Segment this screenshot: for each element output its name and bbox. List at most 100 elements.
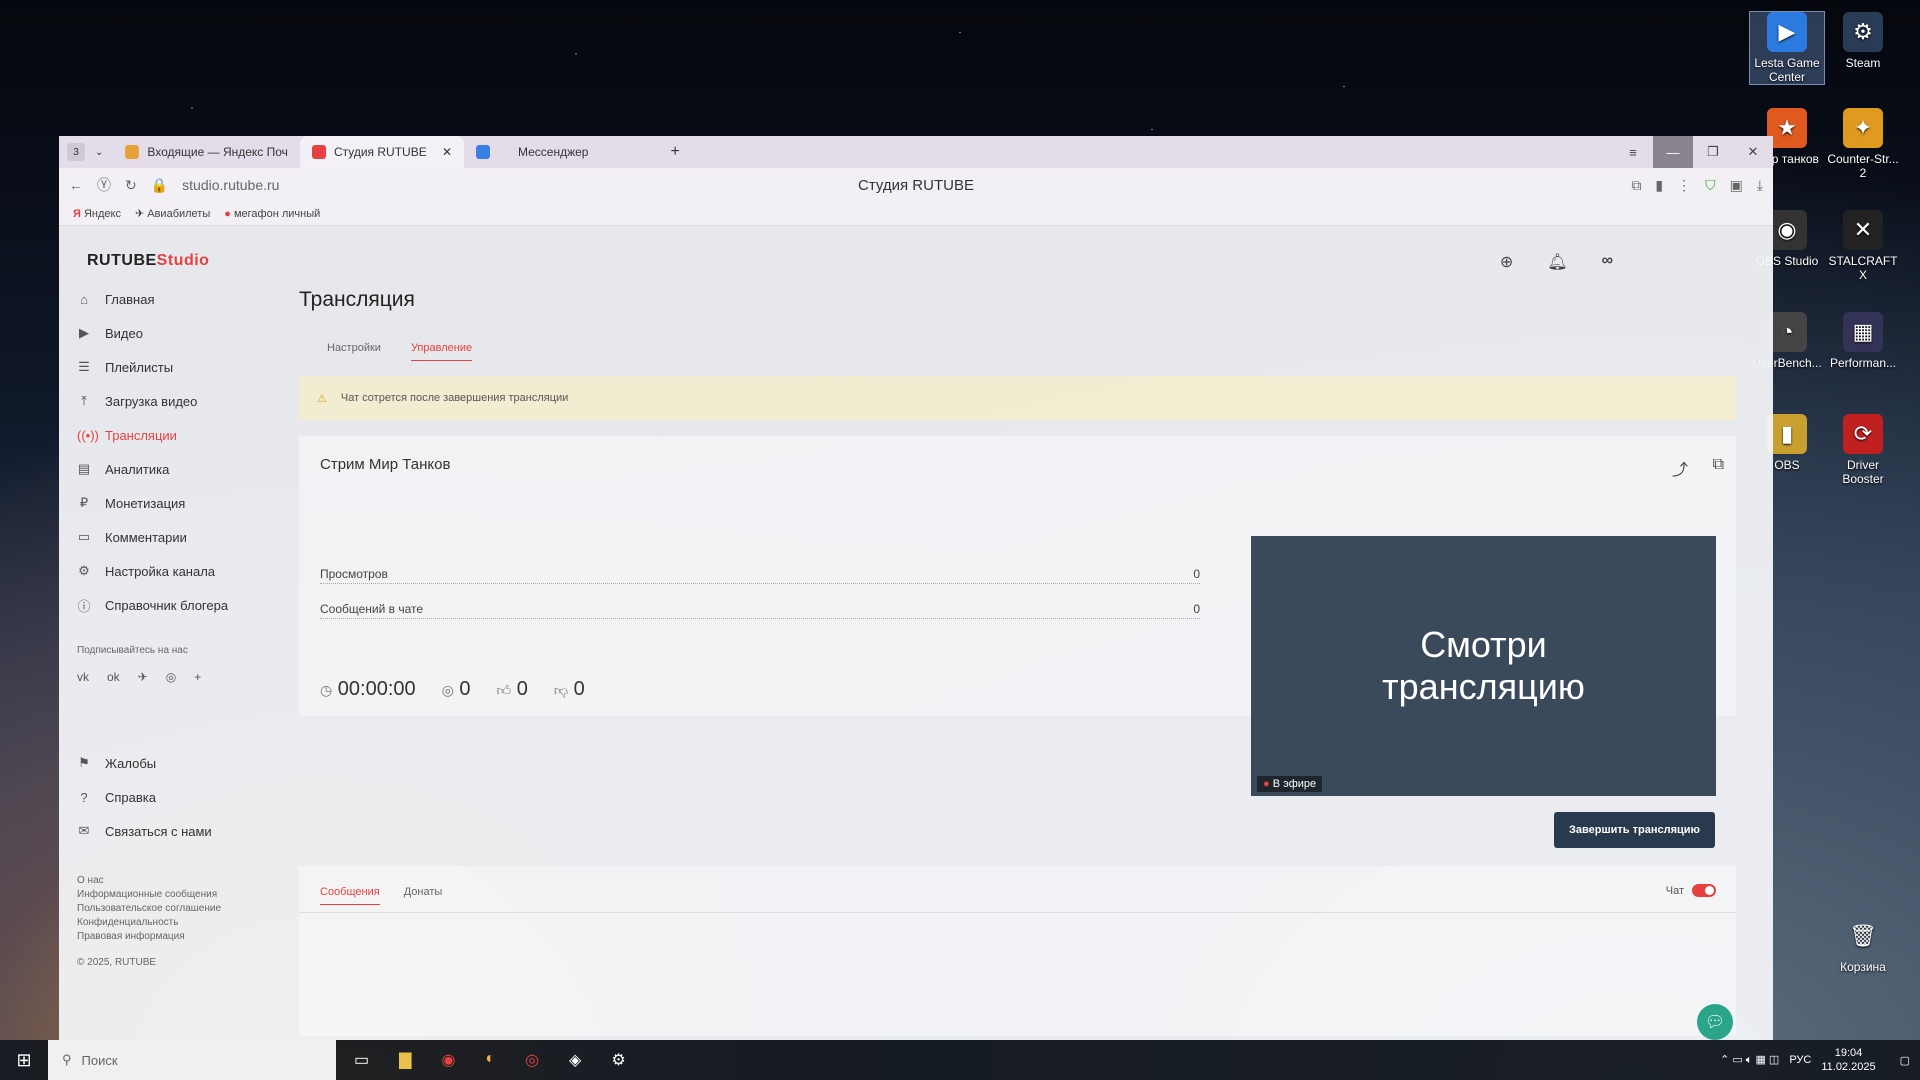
desktop-icon[interactable]: ✦ Counter-Str... 2 (1826, 108, 1900, 180)
sidebar-icon: ? (80, 789, 88, 805)
close-window-button[interactable]: ✕ (1733, 136, 1773, 168)
footer-link[interactable]: Конфиденциальность (77, 916, 267, 930)
tab-rutube-studio[interactable]: Студия RUTUBE ✕ (299, 136, 464, 168)
external-link-icon[interactable]: ⧉ (1713, 456, 1724, 474)
likes-count: 👍︎ 0 (496, 678, 528, 700)
explorer-icon[interactable]: ▇ (399, 1050, 411, 1070)
desktop-icon[interactable]: ⟳ Driver Booster (1826, 414, 1900, 486)
sidebar-item[interactable]: ⌂ Главная (77, 282, 267, 316)
desktop-icon[interactable]: ▦ Performan... (1826, 312, 1900, 370)
yandex-icon[interactable]: Ⓨ (97, 175, 111, 195)
sidebar-icon: ⚑ (78, 755, 90, 770)
tab-bar: 3 ⌄ Входящие — Яндекс Поч Студия RUTUBE ✕… (59, 136, 1773, 168)
browser-icon[interactable]: ◐ (485, 1050, 495, 1070)
sidebar-item[interactable]: ₽ Монетизация (77, 486, 267, 520)
chat-toggle[interactable] (1692, 884, 1716, 897)
support-chat-button[interactable]: 💬︎ (1697, 1004, 1733, 1040)
sidebar-icon: ▤ (77, 461, 91, 476)
sidebar-bottom-item[interactable]: ? Справка (77, 780, 267, 814)
sidebar-item[interactable]: ▶ Видео (77, 316, 267, 350)
address-bar: ← Ⓨ ↻ 🔒 studio.rutube.ru Студия RUTUBE ⧉… (59, 168, 1773, 202)
bookmark-yandex[interactable]: Я Яндекс (73, 208, 121, 220)
app-icon: ★ (1767, 108, 1807, 148)
minimize-button[interactable]: — (1653, 136, 1693, 168)
end-stream-button[interactable]: Завершить трансляцию (1554, 812, 1715, 848)
footer-link[interactable]: Правовая информация (77, 930, 267, 944)
task-view-icon[interactable]: ▭ (354, 1050, 369, 1070)
sidebar-item-label: Плейлисты (105, 359, 174, 375)
stream-preview[interactable]: Смотри трансляцию ● В эфире (1251, 536, 1716, 796)
more-icon[interactable]: ⋮ (1677, 177, 1691, 194)
sidebar-item[interactable]: ▤ Аналитика (77, 452, 267, 486)
chevron-down-icon[interactable]: ⌄ (95, 147, 103, 158)
app-icon: ⚙ (1843, 12, 1883, 52)
tab-donations[interactable]: Донаты (404, 886, 443, 905)
extensions-icon[interactable]: ▣ (1730, 177, 1743, 194)
tab-counter[interactable]: 3 (67, 143, 85, 161)
desktop-icon[interactable]: ⚙ Steam (1826, 12, 1900, 70)
language-indicator[interactable]: РУС (1789, 1054, 1811, 1066)
notifications-icon[interactable]: ▢ (1900, 1054, 1910, 1067)
app-icon[interactable]: ◎ (525, 1050, 539, 1070)
desktop-icon[interactable]: ▶ Lesta Game Center (1749, 11, 1825, 85)
bookmark-megafon[interactable]: ● мегафон личный (224, 208, 320, 220)
plus-icon[interactable]: + (194, 670, 201, 684)
menu-icon[interactable]: ≡ (1613, 136, 1653, 168)
tab-messenger[interactable]: Мессенджер (464, 136, 600, 168)
sidebar-item[interactable]: ☰ Плейлисты (77, 350, 267, 384)
search-input[interactable]: ⚲ Поиск (48, 1040, 336, 1080)
footer-link[interactable]: О нас (77, 874, 267, 888)
sidebar-item[interactable]: ⤒ Загрузка видео (77, 384, 267, 418)
mail-icon (125, 145, 140, 159)
new-tab-button[interactable]: + (670, 143, 679, 161)
sidebar-item-label: Монетизация (105, 495, 186, 511)
translate-icon[interactable]: ⧉ (1631, 177, 1641, 194)
app2-icon[interactable]: ◈ (569, 1050, 581, 1070)
share-icon[interactable]: ⤴ (1672, 456, 1688, 480)
ok-icon[interactable]: ok (107, 670, 120, 684)
restore-button[interactable]: ❐ (1693, 136, 1733, 168)
sidebar-icon: ⚙ (78, 563, 90, 578)
clock[interactable]: 19:04 11.02.2025 (1821, 1046, 1875, 1074)
bookmark-avia[interactable]: ✈ Авиабилеты (135, 207, 210, 220)
sidebar-item[interactable]: ▭ Комментарии (77, 520, 267, 554)
windows-start-icon[interactable]: ⊞ (0, 1050, 48, 1071)
telegram-icon[interactable]: ✈ (138, 670, 148, 684)
sidebar-item-label: Справочник блогера (105, 597, 229, 613)
tab-manage[interactable]: Управление (410, 342, 473, 361)
download-icon[interactable]: ⤓ (1757, 177, 1763, 194)
bell-icon[interactable]: 🔔︎ (1547, 252, 1567, 272)
sidebar-item-label: Видео (105, 325, 143, 341)
reload-icon[interactable]: ↻ (125, 177, 137, 194)
bookmark-icon[interactable]: ▮ (1655, 177, 1663, 194)
vk-icon[interactable]: vk (77, 670, 89, 684)
warning-text: Чат сотрется после завершения трансляции (340, 392, 569, 404)
sidebar-bottom-item[interactable]: ✉ Связаться с нами (77, 814, 267, 848)
footer-link[interactable]: Информационные сообщения (77, 888, 267, 902)
sidebar-item-label: Трансляции (105, 427, 177, 443)
whatsapp-icon[interactable]: ◎ (166, 670, 176, 684)
close-icon[interactable]: ✕ (442, 145, 452, 159)
desktop-icon[interactable]: ✕ STALCRAFT X (1826, 210, 1900, 282)
shield-icon[interactable]: ⛉ (1705, 177, 1716, 194)
viewers-count: ◎ 0 (441, 678, 471, 700)
sidebar-bottom-item[interactable]: ⚑ Жалобы (77, 746, 267, 780)
footer-link[interactable]: Пользовательское соглашение (77, 902, 267, 916)
upload-icon[interactable]: ⊕ (1500, 252, 1513, 272)
desktop-icon[interactable]: 🗑 Корзина (1826, 916, 1900, 975)
subscribe-label: Подписывайтесь на нас (77, 645, 188, 656)
sidebar-item[interactable]: ⚙ Настройка канала (77, 554, 267, 588)
sidebar-item[interactable]: ⓘ Справочник блогера (77, 588, 267, 622)
sidebar-item[interactable]: ((•)) Трансляции (77, 418, 267, 452)
settings-icon[interactable]: ⚙ (611, 1050, 625, 1070)
url-field[interactable]: studio.rutube.ru (182, 177, 279, 193)
tab-mail[interactable]: Входящие — Яндекс Поч (113, 136, 300, 168)
avatar[interactable]: ∞ (1602, 252, 1613, 272)
tray-icons[interactable]: ⌃ ▭ 🔈︎ ▦ ◫ (1720, 1053, 1779, 1067)
tab-settings[interactable]: Настройки (327, 342, 381, 361)
yandex-browser-icon[interactable]: ◉ (441, 1050, 455, 1070)
desktop-icon-label: Counter-Str... 2 (1827, 152, 1899, 180)
tab-messages[interactable]: Сообщения (320, 886, 380, 905)
back-icon[interactable]: ← (69, 177, 83, 193)
rutube-studio-logo[interactable]: RUTUBEStudio (87, 252, 209, 270)
